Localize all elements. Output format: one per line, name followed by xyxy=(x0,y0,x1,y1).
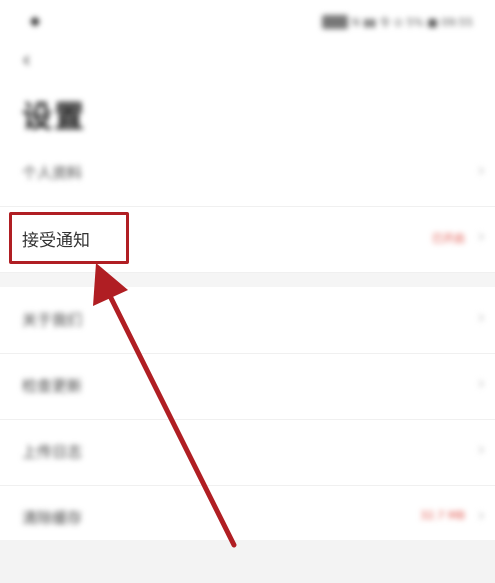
arrow-shaft xyxy=(105,289,237,548)
pointer-arrow-icon xyxy=(93,263,237,548)
